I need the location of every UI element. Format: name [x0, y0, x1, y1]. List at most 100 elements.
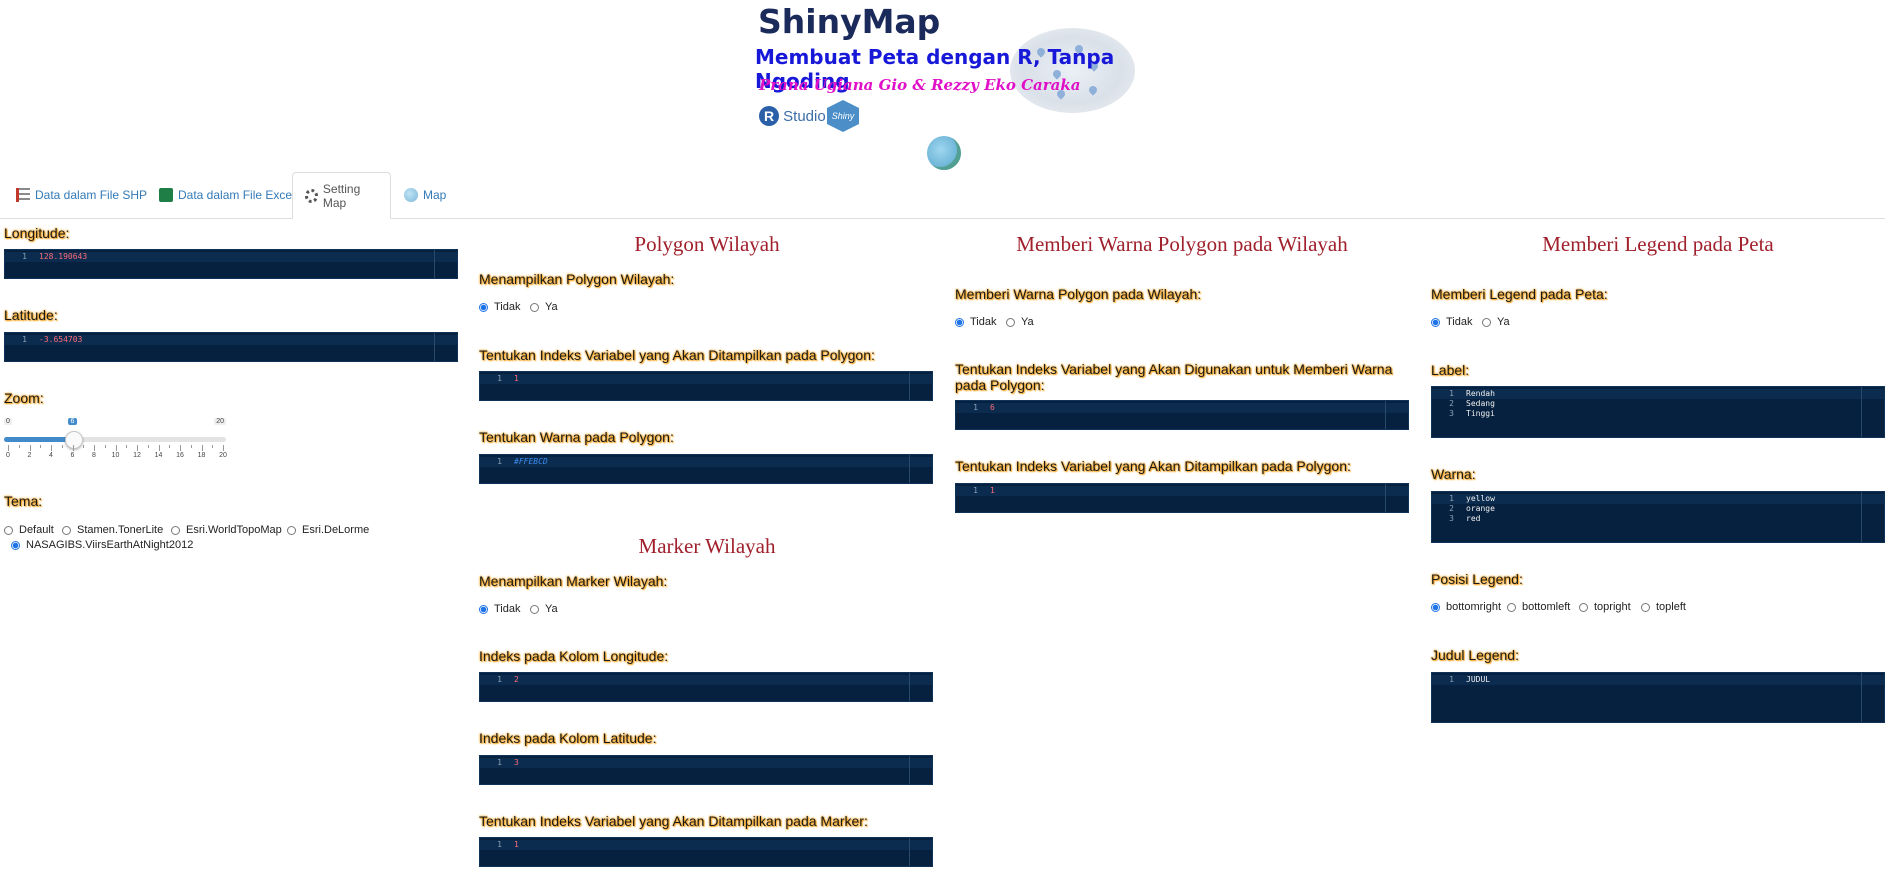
radio-icon — [530, 302, 539, 312]
tema-radio-worldtopo[interactable]: Esri.WorldTopoMap — [171, 524, 282, 536]
tema-radio-delorme[interactable]: Esri.DeLorme — [287, 524, 369, 536]
tema-radio-default[interactable]: Default — [4, 524, 54, 536]
slider-tick — [115, 445, 117, 451]
latitude-editor[interactable]: 1 -3.654703 — [4, 332, 458, 362]
slider-tick — [201, 445, 203, 451]
show-marker-radio-tidak[interactable]: Tidak — [479, 603, 521, 615]
radio-icon — [1641, 602, 1650, 612]
slider-tick — [169, 445, 171, 448]
longitude-editor[interactable]: 1 128.190643 — [4, 249, 458, 279]
show-polygon-radio-tidak[interactable]: Tidak — [479, 301, 521, 313]
tab-data-shp[interactable]: Data dalam File SHP — [4, 172, 159, 217]
posisi-radio-topleft[interactable]: topleft — [1641, 601, 1686, 613]
posisi-radio-bottomright[interactable]: bottomright — [1431, 601, 1501, 613]
slider-ticks: 0 2 4 6 8 10 12 14 16 18 20 — [6, 445, 227, 459]
display-var-label: Tentukan Indeks Variabel yang Akan Ditam… — [955, 458, 1351, 474]
legend-label: Memberi Legend pada Peta: — [1431, 286, 1608, 302]
color-var-label: Tentukan Indeks Variabel yang Akan Digun… — [955, 361, 1393, 393]
slider-max: 20 — [214, 418, 226, 425]
judul-legend-editor[interactable]: 1 JUDUL — [1431, 672, 1885, 723]
longitude-label: Longitude: — [4, 225, 70, 241]
radio-icon — [4, 525, 13, 535]
slider-tick — [126, 445, 128, 448]
globe-icon — [927, 136, 961, 170]
slider-tick-label: 2 — [27, 452, 32, 459]
tema-radio-stamen[interactable]: Stamen.TonerLite — [62, 524, 163, 536]
lat-index-editor[interactable]: 13 — [479, 755, 933, 785]
posisi-legend-label: Posisi Legend: — [1431, 571, 1523, 587]
display-var-editor[interactable]: 11 — [955, 483, 1409, 513]
shiny-hex-logo: Shiny — [827, 100, 859, 132]
slider-tick-label: 14 — [154, 452, 163, 459]
color-polygon-section-title: Memberi Warna Polygon pada Wilayah — [1016, 232, 1348, 256]
slider-tick-label: 20 — [219, 452, 227, 459]
tab-label: Data dalam File Excel — [178, 187, 295, 202]
radio-icon — [1431, 602, 1440, 612]
polygon-var-editor[interactable]: 11 — [479, 371, 933, 401]
lat-index-label: Indeks pada Kolom Latitude: — [479, 730, 657, 746]
slider-tick-label: 0 — [6, 452, 10, 459]
polygon-var-label: Tentukan Indeks Variabel yang Akan Ditam… — [479, 347, 875, 363]
tema-radio-nasagibs[interactable]: NASAGIBS.ViirsEarthAtNight2012 — [11, 539, 193, 551]
slider-tick — [8, 445, 9, 451]
radio-icon — [287, 525, 296, 535]
radio-icon — [479, 604, 488, 614]
app-banner: ShinyMap Membuat Peta dengan R, Tanpa Ng… — [745, 0, 1135, 132]
slider-tick-label: 10 — [111, 452, 120, 459]
tab-label: Setting Map — [322, 181, 361, 210]
show-marker-label: Menampilkan Marker Wilayah: — [479, 573, 668, 589]
color-polygon-radio-tidak[interactable]: Tidak — [955, 316, 997, 328]
slider-tick — [137, 445, 138, 451]
lon-index-editor[interactable]: 12 — [479, 672, 933, 702]
radio-icon — [479, 302, 488, 312]
slider-tick — [104, 445, 106, 448]
slider-tick-label: 6 — [70, 452, 75, 459]
slider-tick — [223, 445, 224, 451]
rstudio-text: Studio — [783, 108, 826, 125]
tab-label: Data dalam File SHP — [35, 187, 148, 202]
tab-map[interactable]: Map — [392, 172, 458, 217]
slider-tick-label: 4 — [49, 452, 53, 459]
zoom-slider[interactable]: 0 20 6 0 2 4 6 8 10 12 14 16 18 20 — [4, 418, 229, 460]
zoom-label: Zoom: — [4, 390, 44, 406]
slider-tick — [51, 445, 52, 451]
show-polygon-radio-ya[interactable]: Ya — [530, 301, 558, 313]
radio-icon — [62, 525, 71, 535]
label-label: Label: — [1431, 362, 1470, 378]
radio-icon — [1579, 602, 1588, 612]
slider-tick-label: 12 — [133, 452, 141, 459]
slider-tick — [158, 445, 160, 451]
polygon-color-editor[interactable]: 1 #FFEBCD — [479, 454, 933, 484]
logo-title: ShinyMap — [758, 2, 941, 41]
legend-radio-tidak[interactable]: Tidak — [1431, 316, 1473, 328]
tab-setting-map[interactable]: Setting Map — [292, 172, 391, 219]
show-marker-radio-ya[interactable]: Ya — [530, 603, 558, 615]
tab-label: Map — [423, 187, 447, 202]
color-polygon-radio-ya[interactable]: Ya — [1006, 316, 1034, 328]
posisi-radio-bottomleft[interactable]: bottomleft — [1507, 601, 1570, 613]
polygon-color-label: Tentukan Warna pada Polygon: — [479, 429, 674, 445]
slider-tick-label: 18 — [197, 452, 206, 459]
legend-radio-ya[interactable]: Ya — [1482, 316, 1510, 328]
slider-tick — [29, 445, 31, 451]
posisi-radio-topright[interactable]: topright — [1579, 601, 1631, 613]
slider-tick — [147, 445, 149, 448]
radio-icon — [11, 540, 20, 550]
rstudio-logo: R Studio — [759, 106, 826, 126]
marker-section-title: Marker Wilayah — [638, 534, 776, 558]
color-var-editor[interactable]: 16 — [955, 400, 1409, 430]
slider-tick-label: 8 — [92, 452, 96, 459]
latitude-label: Latitude: — [4, 307, 58, 323]
polygon-section-title: Polygon Wilayah — [634, 232, 780, 256]
warna-editor[interactable]: 1 yellow 2 orange 3 red — [1431, 491, 1885, 543]
slider-tick-label: 16 — [176, 452, 184, 459]
radio-icon — [1507, 602, 1516, 612]
tab-data-excel[interactable]: Data dalam File Excel — [147, 172, 307, 217]
warna-label: Warna: — [1431, 466, 1476, 482]
radio-icon — [955, 317, 964, 327]
slider-tick — [61, 445, 63, 448]
lon-index-label: Indeks pada Kolom Longitude: — [479, 648, 669, 664]
tab-bar: Data dalam File SHP Data dalam File Exce… — [0, 172, 1885, 219]
marker-var-editor[interactable]: 11 — [479, 837, 933, 867]
label-editor[interactable]: 1 Rendah 2 Sedang 3 Tinggi — [1431, 386, 1885, 438]
